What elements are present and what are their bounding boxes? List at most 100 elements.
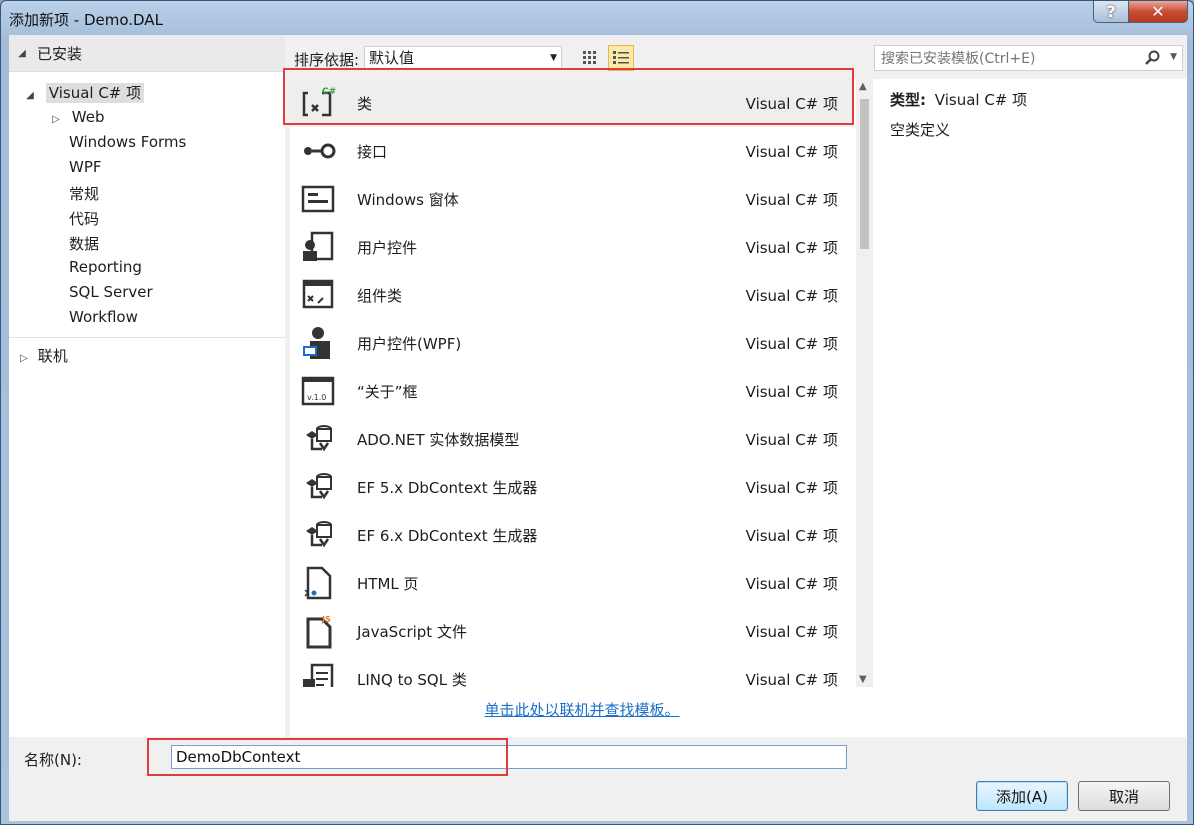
template-panel: 排序依据: 默认值 ▼ C# 类 Visual C# 项 接口 Visual C… [290, 35, 874, 737]
search-icon[interactable] [1144, 50, 1160, 66]
add-button[interactable]: 添加(A) [976, 781, 1068, 811]
template-name: ADO.NET 实体数据模型 [357, 431, 520, 449]
template-type: Visual C# 项 [745, 479, 838, 497]
tree-node-workflow[interactable]: Workflow [69, 308, 138, 326]
svg-text:v.1.0: v.1.0 [307, 393, 326, 402]
template-list-scrollbar[interactable]: ▲ ▼ [856, 79, 873, 687]
sort-value: 默认值 [369, 49, 415, 67]
template-type: Visual C# 项 [745, 671, 838, 687]
template-name: JavaScript 文件 [357, 623, 467, 641]
scrollbar-thumb[interactable] [860, 99, 869, 249]
component-class-icon [302, 279, 334, 309]
template-name: 组件类 [357, 287, 403, 305]
template-name: EF 6.x DbContext 生成器 [357, 527, 538, 545]
scroll-down-icon[interactable]: ▼ [859, 674, 867, 685]
template-name: 用户控件 [357, 239, 418, 257]
tree-node-wpf[interactable]: WPF [69, 158, 102, 176]
details-panel: ▼ 类型: Visual C# 项 空类定义 [874, 35, 1187, 737]
template-row[interactable]: 组件类 Visual C# 项 [290, 271, 853, 319]
dialog-window: 添加新项 - Demo.DAL ? ✕ ◢ 已安装 ◢ Visual C# 项 … [0, 0, 1194, 825]
grid-view-icon [583, 51, 596, 64]
tree-node-online[interactable]: ▷ 联机 [17, 345, 68, 366]
svg-text:JS: JS [321, 615, 331, 624]
tree-node-visual-csharp[interactable]: ◢ Visual C# 项 [23, 82, 145, 103]
cancel-button[interactable]: 取消 [1078, 781, 1170, 811]
data-model-icon [306, 521, 332, 548]
tree-node-reporting[interactable]: Reporting [69, 258, 142, 276]
template-name: “关于”框 [357, 383, 418, 401]
tree-node-web[interactable]: ▷ Web [49, 108, 104, 126]
template-type: Visual C# 项 [745, 143, 838, 161]
template-row[interactable]: 用户控件 Visual C# 项 [290, 223, 853, 271]
expanded-arrow-icon[interactable]: ◢ [23, 90, 37, 101]
template-row[interactable]: 用户控件(WPF) Visual C# 项 [290, 319, 853, 367]
data-model-icon [306, 473, 332, 500]
template-name: EF 5.x DbContext 生成器 [357, 479, 538, 497]
detail-type: 类型: Visual C# 项 [890, 89, 1027, 110]
sort-label: 排序依据: [294, 51, 360, 69]
installed-header[interactable]: ◢ 已安装 [9, 35, 285, 72]
sort-dropdown[interactable]: 默认值 ▼ [364, 46, 562, 70]
template-type: Visual C# 项 [745, 575, 838, 593]
template-row[interactable]: v.1.0 “关于”框 Visual C# 项 [290, 367, 853, 415]
tree-divider [9, 337, 285, 338]
template-row[interactable]: EF 5.x DbContext 生成器 Visual C# 项 [290, 463, 853, 511]
interface-icon [304, 143, 336, 159]
search-input[interactable] [879, 47, 1143, 71]
online-templates-link[interactable]: 单击此处以联机并查找模板。 [290, 699, 874, 720]
template-list: C# 类 Visual C# 项接口 Visual C# 项 Windows 窗体 Vis… [290, 79, 853, 687]
name-label: 名称(N): [24, 751, 82, 769]
template-row[interactable]: LINQ to SQL 类 Visual C# 项 [290, 655, 853, 687]
template-type: Visual C# 项 [745, 239, 838, 257]
tree-node-label: Visual C# 项 [45, 83, 145, 103]
data-model-icon [306, 425, 332, 452]
collapse-arrow-icon[interactable]: ◢ [15, 48, 29, 59]
tree-node-general[interactable]: 常规 [69, 183, 99, 204]
chevron-down-icon: ▼ [550, 53, 557, 63]
template-name: 用户控件(WPF) [357, 335, 462, 353]
tree-node-windows-forms[interactable]: Windows Forms [69, 133, 186, 151]
template-search-box[interactable]: ▼ [874, 45, 1183, 71]
tree-node-label: Web [71, 108, 105, 126]
category-tree: ◢ 已安装 ◢ Visual C# 项 ▷ Web Windows Forms … [9, 35, 285, 737]
window-title: 添加新项 - Demo.DAL [9, 11, 163, 29]
template-type: Visual C# 项 [745, 191, 838, 209]
template-name: Windows 窗体 [357, 191, 459, 209]
template-name: LINQ to SQL 类 [357, 671, 467, 687]
template-row[interactable]: Windows 窗体 Visual C# 项 [290, 175, 853, 223]
type-value: Visual C# 项 [934, 91, 1028, 109]
tree-node-label: 联机 [37, 347, 68, 365]
template-type: Visual C# 项 [745, 335, 838, 353]
template-type: Visual C# 项 [745, 383, 838, 401]
template-type: Visual C# 项 [745, 527, 838, 545]
installed-label: 已安装 [37, 44, 83, 63]
scroll-up-icon[interactable]: ▲ [859, 81, 867, 92]
template-type: Visual C# 项 [745, 623, 838, 641]
template-name: HTML 页 [357, 575, 419, 593]
dialog-client: ◢ 已安装 ◢ Visual C# 项 ▷ Web Windows Forms … [9, 35, 1187, 821]
template-name: 接口 [357, 143, 388, 161]
detail-description: 空类定义 [890, 121, 951, 139]
expand-arrow-icon[interactable]: ▷ [49, 114, 63, 125]
search-options-icon[interactable]: ▼ [1170, 52, 1177, 62]
tree-node-code[interactable]: 代码 [69, 208, 99, 229]
template-row[interactable]: EF 6.x DbContext 生成器 Visual C# 项 [290, 511, 853, 559]
template-type: Visual C# 项 [745, 287, 838, 305]
html-page-icon [304, 566, 332, 600]
tree-node-sql-server[interactable]: SQL Server [69, 283, 153, 301]
close-button[interactable]: ✕ [1128, 1, 1188, 23]
highlight-box-name [147, 738, 508, 776]
template-row[interactable]: HTML 页 Visual C# 项 [290, 559, 853, 607]
javascript-file-icon: JS [306, 615, 332, 649]
expand-arrow-icon[interactable]: ▷ [17, 353, 31, 364]
template-row[interactable]: JS JavaScript 文件 Visual C# 项 [290, 607, 853, 655]
highlight-box-class [283, 68, 854, 125]
type-label: 类型: [890, 91, 926, 109]
tree-node-data[interactable]: 数据 [69, 233, 99, 254]
template-row[interactable]: 接口 Visual C# 项 [290, 127, 853, 175]
about-box-icon: v.1.0 [301, 376, 335, 406]
search-bar-area: ▼ [874, 35, 1187, 79]
linq-sql-icon [303, 663, 334, 687]
template-row[interactable]: ADO.NET 实体数据模型 Visual C# 项 [290, 415, 853, 463]
help-button[interactable]: ? [1093, 1, 1129, 23]
